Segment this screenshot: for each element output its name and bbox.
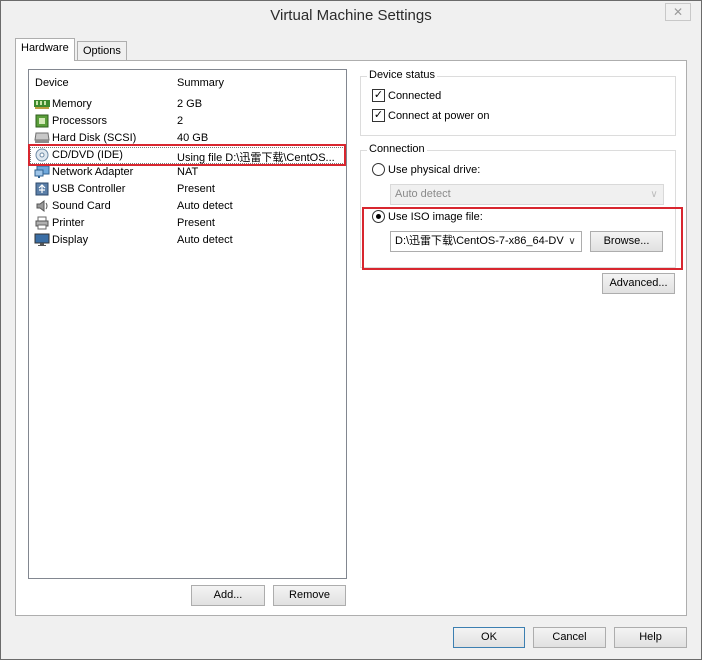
device-name: Sound Card [52,200,111,212]
usb-icon [34,182,50,196]
device-name: USB Controller [52,183,126,195]
tab-options[interactable]: Options [77,41,127,60]
help-button[interactable]: Help [614,627,687,648]
browse-button[interactable]: Browse... [590,231,663,252]
device-row-hard-disk[interactable]: Hard Disk (SCSI) 40 GB [30,130,345,147]
chevron-down-icon: ∨ [568,236,576,247]
device-status-title: Device status [367,69,438,81]
device-name: Processors [52,115,108,127]
device-name: CD/DVD (IDE) [52,149,123,161]
title-bar[interactable]: Virtual Machine Settings ✕ [1,1,701,31]
check-icon: ✓ [373,89,384,101]
chevron-down-icon: ∨ [650,189,658,200]
device-status-group: Device status [360,69,676,136]
column-header-device: Device [35,77,69,89]
device-list[interactable]: Device Summary Memory 2 GB Processors 2 … [28,69,347,579]
display-icon [34,233,50,247]
connected-checkbox[interactable]: ✓ [372,89,385,102]
ok-button[interactable]: OK [453,627,525,648]
iso-path-value: D:\迅雷下载\CentOS-7-x86_64-DV [395,235,564,247]
device-name: Display [52,234,89,246]
network-adapter-icon [34,165,50,179]
cd-dvd-icon [34,148,50,162]
device-row-display[interactable]: Display Auto detect [30,232,345,249]
physical-drive-label: Use physical drive: [388,164,481,176]
advanced-button[interactable]: Advanced... [602,273,675,294]
device-list-header: Device Summary [29,70,346,94]
device-row-printer[interactable]: Printer Present [30,215,345,232]
remove-button[interactable]: Remove [273,585,346,606]
device-row-network-adapter[interactable]: Network Adapter NAT [30,164,345,181]
cancel-button[interactable]: Cancel [533,627,606,648]
connect-at-power-on-checkbox[interactable]: ✓ [372,109,385,122]
physical-drive-select[interactable]: Auto detect ∨ [390,184,664,205]
device-name: Hard Disk (SCSI) [52,132,137,144]
close-icon: ✕ [672,5,684,19]
device-name: Network Adapter [52,166,134,178]
device-row-sound-card[interactable]: Sound Card Auto detect [30,198,345,215]
physical-drive-value: Auto detect [395,188,451,200]
device-row-usb-controller[interactable]: USB Controller Present [30,181,345,198]
iso-path-input[interactable]: D:\迅雷下载\CentOS-7-x86_64-DV ∨ [390,231,582,252]
device-summary: Auto detect [177,200,233,212]
device-row-cd-dvd[interactable]: CD/DVD (IDE) Using file D:\迅雷下载\CentOS..… [30,147,345,164]
device-summary: 40 GB [177,132,209,144]
tab-hardware[interactable]: Hardware [15,38,75,61]
device-name: Printer [52,217,85,229]
device-summary: Using file D:\迅雷下载\CentOS... [177,152,335,164]
iso-image-radio[interactable] [372,210,385,223]
hard-disk-icon [34,131,50,145]
memory-icon [34,97,50,111]
connect-at-power-on-label: Connect at power on [388,110,490,122]
device-summary: Present [177,217,215,229]
iso-image-label: Use ISO image file: [388,211,483,223]
device-row-memory[interactable]: Memory 2 GB [30,96,345,113]
device-summary: NAT [177,166,199,178]
add-button[interactable]: Add... [191,585,265,606]
window-title: Virtual Machine Settings [270,7,432,24]
device-summary: 2 GB [177,98,203,110]
device-name: Memory [52,98,92,110]
processor-icon [34,114,50,128]
connection-title: Connection [367,143,427,155]
column-header-summary: Summary [177,77,225,89]
device-row-processors[interactable]: Processors 2 [30,113,345,130]
vm-settings-window: Virtual Machine Settings ✕ Hardware Opti… [0,0,702,660]
check-icon: ✓ [373,109,384,121]
printer-icon [34,216,50,230]
device-summary: 2 [177,115,184,127]
connected-label: Connected [388,90,442,102]
physical-drive-radio[interactable] [372,163,385,176]
sound-card-icon [34,199,50,213]
device-summary: Present [177,183,215,195]
device-summary: Auto detect [177,234,233,246]
close-button[interactable]: ✕ [665,3,691,21]
